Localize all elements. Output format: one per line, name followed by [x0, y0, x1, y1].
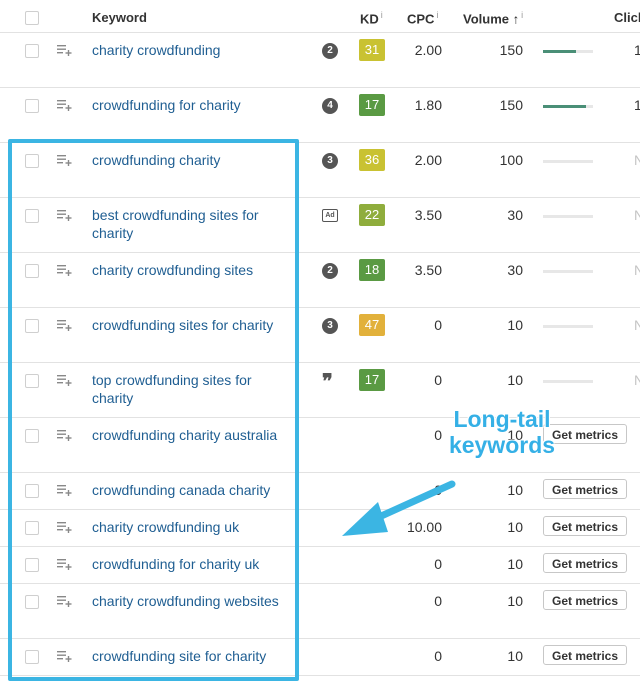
kd-badge: 17 — [359, 369, 385, 391]
volume-value: 10 — [507, 519, 523, 535]
volume-value: 150 — [499, 97, 523, 113]
keyword-link[interactable]: charity crowdfunding — [92, 41, 292, 59]
volume-value: 10 — [507, 482, 523, 498]
add-to-list-icon[interactable] — [57, 45, 72, 56]
cpc-value: 3.50 — [414, 262, 442, 278]
kd-info-icon[interactable]: i — [381, 10, 383, 20]
volume-column-header[interactable]: Volume ↑ i — [463, 10, 523, 26]
table-row: charity crowdfunding 2 31 2.00 150 1 — [0, 32, 640, 88]
annotation-arrow-icon — [342, 480, 456, 536]
kd-column-header[interactable]: KD i — [360, 10, 383, 26]
volume-value: 150 — [499, 42, 523, 58]
serp-features-badge[interactable]: 2 — [322, 43, 338, 59]
clicks-bar — [543, 380, 593, 383]
kd-badge: 31 — [359, 39, 385, 61]
get-metrics-button[interactable]: Get metrics — [543, 645, 628, 665]
clicks-value: N — [634, 262, 640, 278]
cpc-value: 0 — [434, 593, 442, 609]
volume-value: 10 — [507, 556, 523, 572]
keyword-link[interactable]: crowdfunding for charity — [92, 96, 292, 114]
volume-value: 100 — [499, 152, 523, 168]
row-checkbox[interactable] — [25, 99, 39, 113]
kd-badge: 22 — [359, 204, 385, 226]
volume-info-icon[interactable]: i — [521, 10, 523, 20]
long-tail-annotation: Long-tail keywords — [442, 406, 562, 458]
clicks-bar — [543, 160, 593, 163]
clicks-value: N — [634, 152, 640, 168]
volume-value: 10 — [507, 593, 523, 609]
serp-features-badge[interactable]: 3 — [322, 153, 338, 169]
get-metrics-button[interactable]: Get metrics — [543, 516, 628, 536]
clicks-value: 1 — [634, 97, 640, 113]
kd-badge: 18 — [359, 259, 385, 281]
ad-icon[interactable]: Ad — [322, 209, 338, 222]
quote-icon[interactable]: ❞ — [322, 372, 333, 392]
annotation-line-2: keywords — [448, 432, 556, 458]
cpc-column-header[interactable]: CPC i — [407, 10, 438, 26]
clicks-bar — [543, 270, 593, 273]
clicks-bar — [543, 50, 593, 53]
cpc-value: 0 — [434, 427, 442, 443]
volume-value: 30 — [507, 207, 523, 223]
clicks-value: N — [634, 317, 640, 333]
clicks-bar — [543, 325, 593, 328]
row-checkbox[interactable] — [25, 44, 39, 58]
cpc-value: 2.00 — [414, 42, 442, 58]
clicks-bar — [543, 215, 593, 218]
clicks-column-header[interactable]: Clicks — [614, 10, 640, 25]
clicks-value: N — [634, 372, 640, 388]
cpc-value: 1.80 — [414, 97, 442, 113]
volume-value: 10 — [507, 317, 523, 333]
select-all-checkbox[interactable] — [25, 11, 39, 25]
cpc-value: 0 — [434, 556, 442, 572]
volume-value: 10 — [507, 372, 523, 388]
kd-badge: 17 — [359, 94, 385, 116]
clicks-value: N — [634, 207, 640, 223]
volume-value: 10 — [507, 648, 523, 664]
table-header: Keyword KDi CPCi Volume ↑i Clicks — [0, 0, 640, 33]
long-tail-highlight-box — [8, 139, 299, 681]
annotation-line-1: Long-tail — [453, 406, 551, 432]
cpc-value: 2.00 — [414, 152, 442, 168]
clicks-value: 1 — [634, 42, 640, 58]
get-metrics-button[interactable]: Get metrics — [543, 479, 628, 499]
get-metrics-button[interactable]: Get metrics — [543, 553, 628, 573]
keyword-column-header[interactable]: Keyword — [92, 10, 147, 25]
cpc-value: 0 — [434, 317, 442, 333]
table-row: crowdfunding for charity 4 17 1.80 150 1 — [0, 87, 640, 143]
cpc-value: 0 — [434, 372, 442, 388]
cpc-value: 0 — [434, 648, 442, 664]
clicks-bar-fill — [543, 105, 586, 108]
kd-badge: 36 — [359, 149, 385, 171]
sort-ascending-icon: ↑ — [512, 11, 520, 27]
kd-badge: 47 — [359, 314, 385, 336]
add-to-list-icon[interactable] — [57, 100, 72, 111]
serp-features-badge[interactable]: 4 — [322, 98, 338, 114]
cpc-info-icon[interactable]: i — [436, 10, 438, 20]
clicks-bar-fill — [543, 50, 576, 53]
cpc-value: 3.50 — [414, 207, 442, 223]
volume-value: 30 — [507, 262, 523, 278]
clicks-bar — [543, 105, 593, 108]
serp-features-badge[interactable]: 2 — [322, 263, 338, 279]
get-metrics-button[interactable]: Get metrics — [543, 590, 628, 610]
serp-features-badge[interactable]: 3 — [322, 318, 338, 334]
